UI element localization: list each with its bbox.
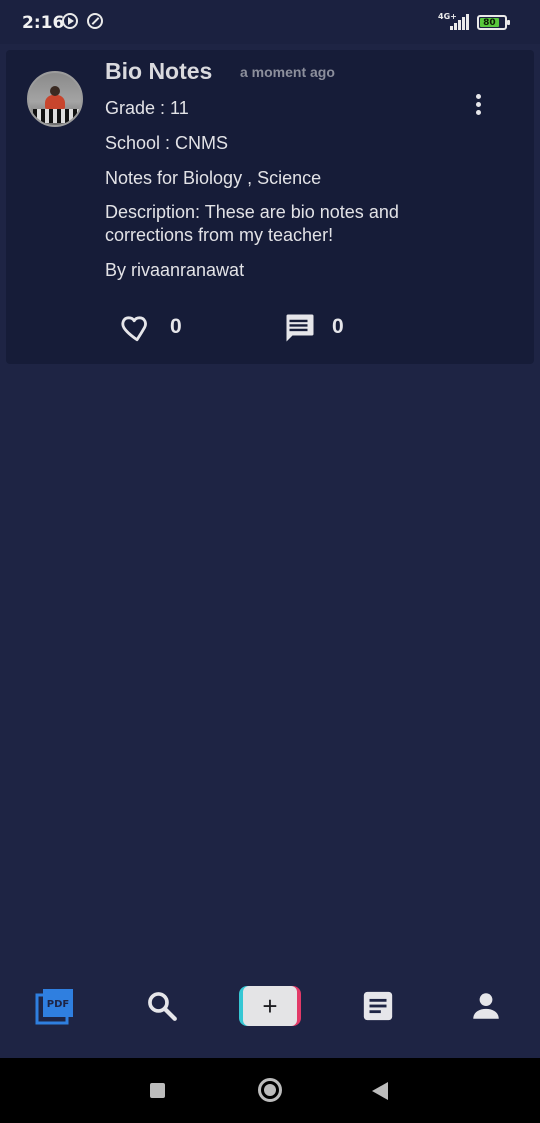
heart-icon — [121, 316, 147, 342]
nav-pdf[interactable]: PDF — [30, 986, 80, 1026]
more-options-button[interactable] — [468, 90, 488, 120]
like-button[interactable] — [118, 310, 158, 344]
nav-profile[interactable] — [461, 986, 511, 1026]
post-title: Bio Notes — [105, 58, 213, 84]
comment-count: 0 — [332, 315, 344, 338]
add-post-button[interactable]: + — [239, 986, 301, 1026]
back-button[interactable] — [372, 1082, 388, 1100]
data-saver-icon — [87, 13, 103, 29]
system-navigation-bar — [0, 1058, 540, 1123]
post-grade: Grade : 11 — [105, 98, 189, 118]
post-author[interactable]: By rivaanranawat — [105, 259, 435, 282]
post-timestamp: a moment ago — [240, 64, 335, 80]
status-bar: 2:16 4G+ 80 — [0, 0, 540, 44]
pdf-icon: PDF — [35, 989, 73, 1025]
comment-button[interactable] — [281, 310, 319, 344]
post-card[interactable]: Bio Notes a moment ago Grade : 11 School… — [6, 50, 534, 364]
like-count: 0 — [170, 315, 182, 338]
battery-percentage: 80 — [483, 17, 496, 28]
comment-icon — [285, 314, 314, 342]
home-button[interactable] — [258, 1078, 282, 1102]
plus-icon: + — [262, 990, 278, 1021]
post-school: School : CNMS — [105, 133, 229, 153]
pdf-icon-text: PDF — [47, 999, 69, 1010]
nav-search[interactable] — [137, 986, 187, 1026]
nav-notes[interactable] — [353, 986, 403, 1026]
profile-icon — [473, 993, 499, 1019]
battery-level: 80 — [480, 17, 499, 28]
notes-icon — [363, 991, 393, 1021]
search-icon — [148, 992, 177, 1021]
recents-button[interactable] — [150, 1083, 165, 1098]
media-play-icon — [62, 13, 78, 29]
battery-icon: 80 — [477, 15, 510, 30]
post-description: Description: These are bio notes and cor… — [105, 202, 399, 245]
bottom-navigation: PDF + — [0, 960, 540, 1058]
status-time: 2:16 — [22, 13, 65, 33]
author-avatar[interactable] — [27, 71, 83, 127]
signal-strength-icon — [450, 14, 470, 30]
post-subjects: Notes for Biology , Science — [105, 168, 322, 188]
